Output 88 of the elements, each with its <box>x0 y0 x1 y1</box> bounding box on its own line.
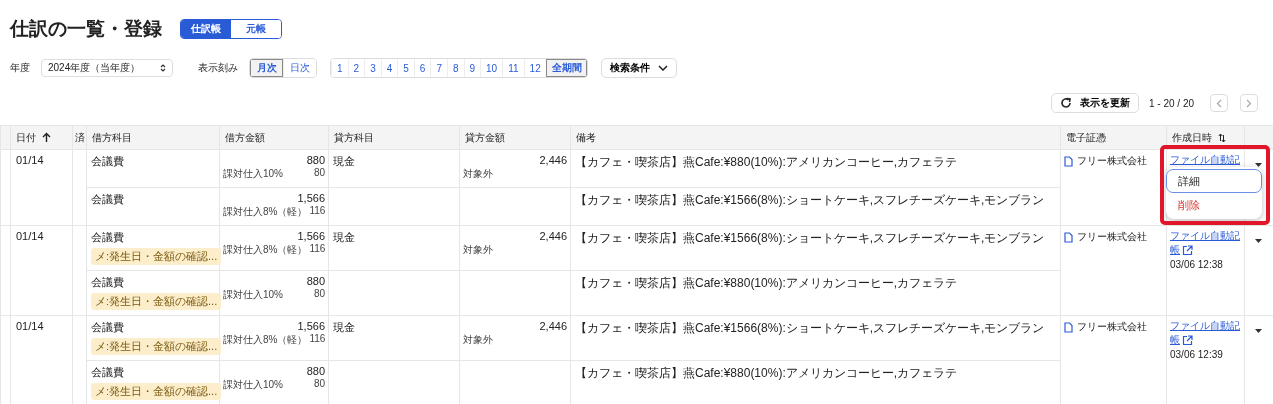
tax-category: 課対仕入10% <box>223 288 283 302</box>
menu-item[interactable]: 削除 <box>1166 193 1262 217</box>
page-title: 仕訳の一覧・登録 <box>10 17 162 41</box>
credit-account: 現金 <box>333 154 356 169</box>
debit-account: 会議費 <box>91 230 125 245</box>
month-button[interactable]: 全期間 <box>545 59 587 77</box>
chevron-left-icon <box>1216 98 1222 108</box>
tax-category: 対象外 <box>463 167 493 181</box>
evidence-company: フリー株式会社 <box>1077 320 1147 334</box>
tax-category: 対象外 <box>463 243 493 257</box>
created-time: 03/06 12:38 <box>1170 259 1224 270</box>
caret-icon[interactable] <box>1255 329 1262 333</box>
debit-account: 会議費 <box>91 320 125 335</box>
search-conditions-button[interactable]: 検索条件 <box>600 58 677 78</box>
document-icon[interactable] <box>1064 155 1073 167</box>
auto-entry-link[interactable]: ファイル自動記 <box>1170 153 1241 167</box>
sort-icon[interactable] <box>1218 132 1226 143</box>
column-header[interactable]: 備考 <box>576 131 596 143</box>
debit-amount: 880 <box>305 275 325 287</box>
debit-account: 会議費 <box>91 365 125 380</box>
auto-entry-link[interactable]: ファイル自動記帳 <box>1170 319 1241 347</box>
debit-amount: 1,566 <box>296 230 325 242</box>
up-down-chevron-icon <box>160 63 166 73</box>
debit-account: 会議費 <box>91 154 125 169</box>
caret-icon[interactable] <box>1255 239 1262 243</box>
memo-text: 【カフェ・喫茶店】燕Cafe:¥880(10%):アメリカンコーヒー,カフェラテ <box>575 366 958 380</box>
menu-item[interactable]: 詳細 <box>1166 169 1262 193</box>
sort-ascending-icon[interactable] <box>42 132 51 144</box>
memo-text: 【カフェ・喫茶店】燕Cafe:¥1566(8%):ショートケーキ,スフレチーズケーキ,モンブラン <box>575 231 1045 245</box>
view-tab[interactable]: 仕訳帳 <box>181 20 231 38</box>
column-header[interactable]: 日付 <box>16 131 36 143</box>
date-cell: 01/14 <box>16 154 44 166</box>
debit-amount: 880 <box>305 365 325 377</box>
credit-account: 現金 <box>333 320 356 335</box>
granularity-option[interactable]: 日次 <box>283 59 316 77</box>
tax-amount: 116 <box>309 243 326 256</box>
evidence-company: フリー株式会社 <box>1077 154 1147 168</box>
memo-text: 【カフェ・喫茶店】燕Cafe:¥880(10%):アメリカンコーヒー,カフェラテ <box>575 276 958 290</box>
column-header[interactable]: 借方科目 <box>92 131 132 143</box>
debit-account: 会議費 <box>91 192 125 207</box>
tax-category: 対象外 <box>463 333 493 347</box>
debit-amount: 1,566 <box>296 192 325 204</box>
debit-amount: 880 <box>305 154 325 166</box>
tax-category: 課対仕入8%（軽） <box>223 205 308 219</box>
credit-account: 現金 <box>333 230 356 245</box>
fiscal-year-label: 年度 <box>10 61 30 75</box>
memo-tag: メ:発生日・金額の確認... <box>91 383 222 400</box>
tax-amount: 80 <box>313 378 325 391</box>
memo-tag: メ:発生日・金額の確認... <box>91 293 222 310</box>
credit-amount: 2,446 <box>538 154 567 166</box>
tax-amount: 116 <box>309 333 326 346</box>
created-time: 03/06 12:39 <box>1170 349 1224 360</box>
memo-tag: メ:発生日・金額の確認... <box>91 338 222 355</box>
auto-entry-link[interactable]: ファイル自動記帳 <box>1170 229 1241 257</box>
tax-category: 課対仕入10% <box>223 378 283 392</box>
memo-text: 【カフェ・喫茶店】燕Cafe:¥1566(8%):ショートケーキ,スフレチーズケーキ,モンブラン <box>575 193 1045 207</box>
document-icon[interactable] <box>1064 231 1073 243</box>
column-header[interactable]: 貸方金額 <box>465 131 505 143</box>
external-link-icon[interactable] <box>1182 244 1193 256</box>
column-header[interactable]: 電子証憑 <box>1066 131 1106 143</box>
debit-account: 会議費 <box>91 275 125 290</box>
chevron-down-icon <box>657 65 668 71</box>
column-header[interactable]: 借方金額 <box>225 131 265 143</box>
date-cell: 01/14 <box>16 230 44 242</box>
document-icon[interactable] <box>1064 321 1073 333</box>
pagination-count: 1 - 20 / 20 <box>1148 97 1194 109</box>
tax-amount: 80 <box>313 288 325 301</box>
tax-category: 課対仕入8%（軽） <box>223 333 308 347</box>
chevron-right-icon <box>1246 98 1252 108</box>
granularity-label: 表示刻み <box>198 61 238 75</box>
tax-category: 課対仕入10% <box>223 167 283 181</box>
tax-amount: 80 <box>313 167 325 180</box>
credit-amount: 2,446 <box>538 230 567 242</box>
external-link-icon[interactable] <box>1182 334 1193 346</box>
granularity-option[interactable]: 月次 <box>250 59 283 77</box>
tax-category: 課対仕入8%（軽） <box>223 243 308 257</box>
memo-text: 【カフェ・喫茶店】燕Cafe:¥1566(8%):ショートケーキ,スフレチーズケーキ,モンブラン <box>575 321 1045 335</box>
refresh-icon <box>1059 97 1072 109</box>
evidence-company: フリー株式会社 <box>1077 230 1147 244</box>
tax-amount: 116 <box>309 205 326 218</box>
memo-tag: メ:発生日・金額の確認... <box>91 248 222 265</box>
column-header[interactable]: 貸方科目 <box>334 131 374 143</box>
credit-amount: 2,446 <box>538 320 567 332</box>
date-cell: 01/14 <box>16 320 44 332</box>
debit-amount: 1,566 <box>296 320 325 332</box>
memo-text: 【カフェ・喫茶店】燕Cafe:¥880(10%):アメリカンコーヒー,カフェラテ <box>575 155 958 169</box>
refresh-button[interactable]: 表示を更新 <box>1050 93 1139 113</box>
fiscal-year-select[interactable]: 2024年度（当年度） <box>41 59 173 77</box>
